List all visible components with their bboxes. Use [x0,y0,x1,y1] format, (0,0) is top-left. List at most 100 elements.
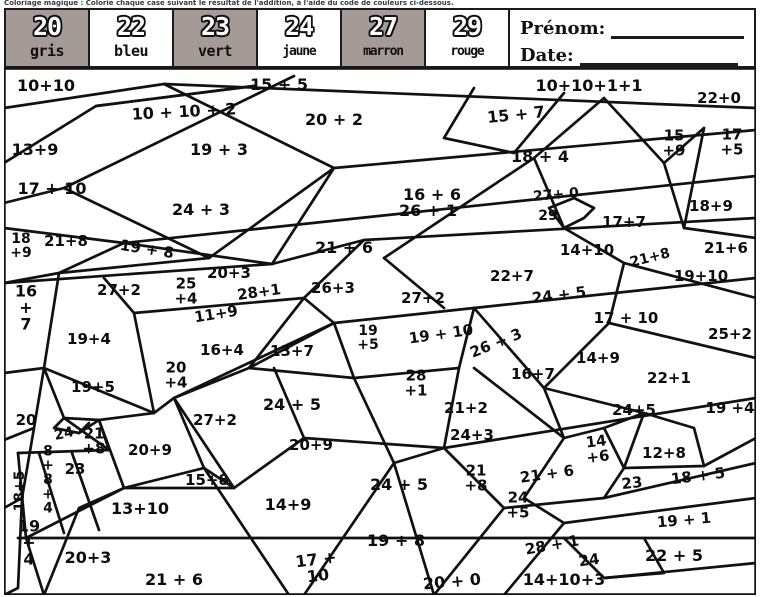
mosaic-cell[interactable]: 20+3 [65,548,112,567]
mosaic-cell[interactable]: 23 [65,460,86,478]
legend-item-gris[interactable]: 20 gris [6,10,90,66]
mosaic-cell[interactable]: 21+8 [628,245,672,270]
prenom-input-line[interactable] [611,22,744,39]
mosaic-cell[interactable]: 20 +4 [164,358,187,391]
mosaic-cell[interactable]: 24 + 5 [370,475,428,494]
cell-addition-label: 20 [16,411,37,429]
cell-addition-label: 22+1 [647,369,691,387]
mosaic-cell[interactable]: 21+8 [44,232,88,250]
mosaic-cell[interactable]: 20 + 0 [422,569,481,593]
mosaic-cell[interactable]: 12+8 [642,444,686,462]
mosaic-cell[interactable]: 24 [577,549,600,570]
mosaic-cell[interactable]: 21+2 [444,399,488,417]
legend-item-bleu[interactable]: 22 bleu [90,10,174,66]
mosaic-cell[interactable]: 8 +8 +4 [42,443,54,516]
mosaic-cell[interactable]: 14+9 [576,349,620,367]
mosaic-edge [4,496,24,595]
mosaic-cell[interactable]: 27+2 [193,411,237,429]
legend-color-vert: vert [197,42,233,60]
cell-addition-label: 21 + 6 [519,461,575,486]
mosaic-cell[interactable]: 21+8 [464,461,487,494]
mosaic-cell[interactable]: 19 + 1 [656,508,712,531]
mosaic-cell[interactable]: 21+6 [704,239,748,257]
mosaic-cell[interactable]: 18+9 [10,231,31,261]
mosaic-cell[interactable]: 24+5 [612,401,656,419]
mosaic-svg[interactable]: 10+10 10 + 10 + 2 15 + 5 20 + 2 10+10+1+1 22+… [4,68,756,595]
mosaic-cell[interactable]: 15 + 7 [486,102,546,127]
mosaic-cell[interactable]: 29 [538,208,557,224]
mosaic-cell[interactable]: 26 + 1 [399,201,457,220]
mosaic-cell[interactable]: 20+9 [289,436,333,454]
mosaic-cell[interactable]: 14+10+3 [523,570,605,589]
mosaic-cell[interactable]: 19+4 [67,330,111,348]
date-input-line[interactable] [579,49,738,66]
mosaic-cell[interactable]: 19 +4 [705,399,754,417]
mosaic-cell[interactable]: 10+10 [17,76,75,95]
mosaic-cell[interactable]: 14+9 [265,495,312,514]
mosaic-cell[interactable]: 19 + 3 [190,140,248,159]
mosaic-cell[interactable]: 24 [53,424,76,444]
mosaic-cell[interactable]: 13+10 [111,499,169,518]
mosaic-cell[interactable]: 16+4 [200,341,244,359]
mosaic-cell[interactable]: 17 +10 [294,547,339,587]
mosaic-cell[interactable]: 23 [621,472,644,492]
mosaic-cell[interactable]: 21 + 6 [145,570,203,589]
mosaic-cell[interactable]: 22+7 [490,267,534,285]
mosaic-cell[interactable]: 26+3 [311,279,355,297]
mosaic-cell[interactable]: 10+10+1+1 [535,76,642,95]
mosaic-cell[interactable]: 24 + 3 [172,200,230,219]
mosaic-cell[interactable]: 19+5 [71,378,115,396]
mosaic-cell[interactable]: 24 + 5 [531,282,587,306]
mosaic-cell[interactable]: 21 + 6 [519,461,575,486]
mosaic-cell[interactable]: 24+3 [450,426,494,444]
mosaic-cell[interactable]: 18 + 4 [511,147,569,166]
mosaic-cell[interactable]: 18+5 [12,471,28,512]
mosaic-cell[interactable]: 14+10 [560,241,614,259]
mosaic-cell[interactable]: 21 + 6 [315,238,373,257]
mosaic-cell[interactable]: 28+1 [404,366,427,399]
mosaic-cell[interactable]: 13+9 [12,140,59,159]
mosaic-cell[interactable]: 27+ 0 [532,185,579,205]
mosaic-cell[interactable]: 24 + 5 [263,395,321,414]
cell-addition-label: 14+9 [576,349,620,367]
mosaic-cell[interactable]: 13+7 [270,342,314,360]
legend-item-marron[interactable]: 27 marron [342,10,426,66]
mosaic-cell[interactable]: 25+2 [708,325,752,343]
mosaic-cell[interactable]: 19 + 8 [367,531,425,550]
cell-addition-label: 20+9 [128,441,172,459]
legend-item-rouge[interactable]: 29 rouge [426,10,510,66]
mosaic-cell[interactable]: 19+5 [357,323,378,353]
legend-item-jaune[interactable]: 24 jaune [258,10,342,66]
mosaic-cell[interactable]: 20 [16,411,37,429]
cell-addition-label: 20 +4 [164,358,187,391]
mosaic-cell[interactable]: 19+10 [674,267,728,285]
mosaic-cell[interactable]: 25 +4 [174,274,197,307]
mosaic-cell[interactable]: 27+2 [97,281,141,299]
mosaic-cell[interactable]: 11+9 [193,301,239,326]
mosaic-cell[interactable]: 16+7 [15,281,37,333]
mosaic-cell[interactable]: 15 +9 [662,126,685,159]
mosaic-cell[interactable]: 15+8 [185,471,229,489]
coloring-mosaic[interactable]: 10+10 10 + 10 + 2 15 + 5 20 + 2 10+10+1+1 22+… [4,68,756,595]
cell-addition-label: 20+3 [65,548,112,567]
mosaic-cell[interactable]: 22+1 [647,369,691,387]
legend-item-vert[interactable]: 23 vert [174,10,258,66]
mosaic-cell[interactable]: 16+7 [511,365,555,383]
mosaic-cell[interactable]: 20 + 2 [305,110,363,129]
mosaic-cell[interactable]: 10 + 10 + 2 [131,99,237,123]
mosaic-cell[interactable]: 28 + 1 [524,531,581,558]
mosaic-cell[interactable]: 17 +5 [720,125,743,158]
mosaic-cell[interactable]: 21+8 [82,424,105,457]
mosaic-cell[interactable]: 17 + 10 [17,179,86,198]
mosaic-cell[interactable]: 17 + 10 [594,309,659,327]
mosaic-cell[interactable]: 17+7 [602,213,646,231]
mosaic-cell[interactable]: 27+2 [401,289,445,307]
mosaic-cell[interactable]: 14+6 [583,431,611,467]
mosaic-cell[interactable]: 22+0 [697,89,741,107]
mosaic-cell[interactable]: 15 + 5 [250,75,308,94]
mosaic-cell[interactable]: 20+3 [207,264,251,282]
mosaic-cell[interactable]: 24+5 [506,488,529,521]
mosaic-cell[interactable]: 20+9 [128,441,172,459]
mosaic-cell[interactable]: 18+9 [689,197,733,215]
mosaic-cell[interactable]: 22 + 5 [645,546,703,565]
